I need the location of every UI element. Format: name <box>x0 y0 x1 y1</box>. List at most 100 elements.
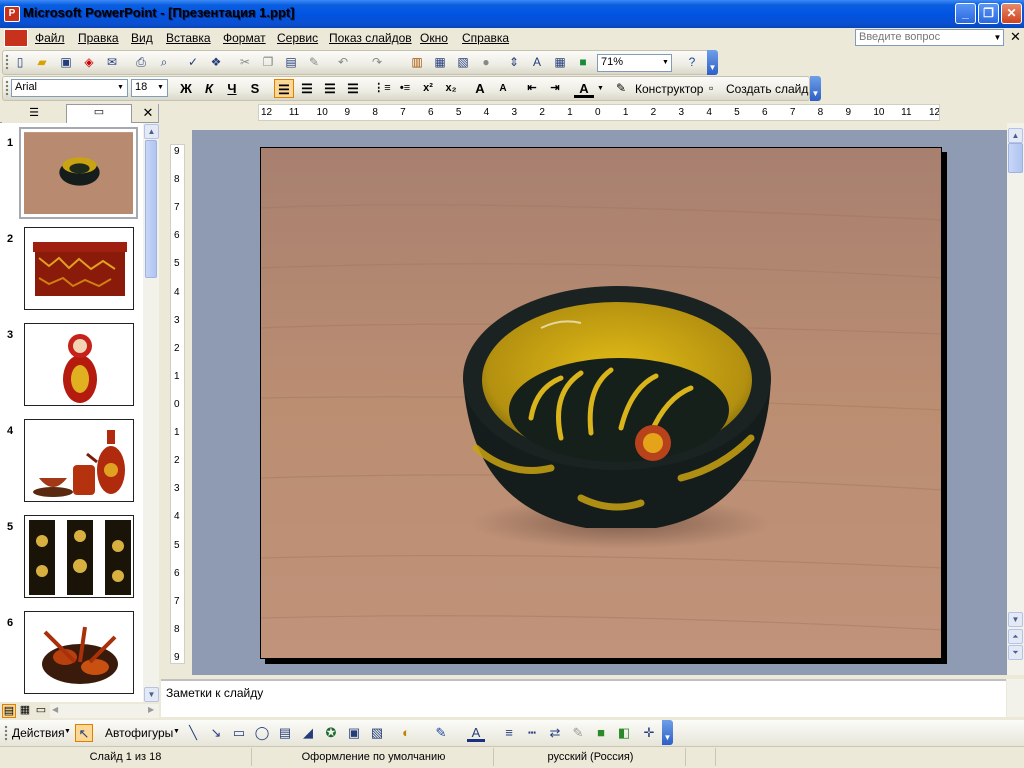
font-color-icon[interactable]: A <box>467 724 485 742</box>
print-preview-icon[interactable]: ⌕ <box>155 53 173 71</box>
decrease-indent-icon[interactable]: ⇤ <box>522 79 542 98</box>
new-slide-button[interactable]: Создать слайд <box>726 82 808 96</box>
shadow-icon[interactable]: ■ <box>592 724 610 742</box>
arrow-icon[interactable]: ↘ <box>207 724 225 742</box>
designer-button[interactable]: Конструктор <box>635 82 703 96</box>
maximize-button[interactable]: ❐ <box>978 3 999 24</box>
font-size-combo[interactable]: 18 ▼ <box>131 79 168 97</box>
help-icon[interactable]: ? <box>683 53 701 71</box>
insert-chart-icon[interactable]: ▥ <box>408 53 426 71</box>
menu-tools[interactable]: Сервис <box>277 31 318 46</box>
minimize-button[interactable]: _ <box>955 3 976 24</box>
superscript-icon[interactable]: x² <box>418 79 438 98</box>
diagram-icon[interactable]: ✪ <box>322 724 340 742</box>
shadow-style-icon[interactable]: ✎ <box>569 724 587 742</box>
powerpoint-icon[interactable]: P <box>4 6 20 22</box>
slide-thumbnail-4[interactable] <box>24 419 134 502</box>
decrease-font-icon[interactable]: A <box>493 79 513 98</box>
save-icon[interactable]: ▣ <box>57 53 75 71</box>
document-icon[interactable] <box>4 29 28 47</box>
scroll-up-icon[interactable]: ▲ <box>1008 128 1023 143</box>
open-folder-icon[interactable]: ▰ <box>33 53 51 71</box>
notes-scrollbar[interactable] <box>1007 679 1024 717</box>
menu-view[interactable]: Вид <box>131 31 153 46</box>
scroll-right-icon[interactable]: ▶ <box>148 705 154 714</box>
close-document-icon[interactable]: ✕ <box>1010 29 1021 45</box>
underline-button[interactable]: Ч <box>222 79 242 98</box>
spelling-icon[interactable]: ✓ <box>184 53 202 71</box>
color-grayscale-icon[interactable]: ■ <box>574 53 592 71</box>
slide-thumbnail-3[interactable] <box>24 323 134 406</box>
dash-style-icon[interactable]: ┅ <box>523 724 541 742</box>
scrollbar-thumb[interactable] <box>145 140 157 278</box>
chevron-down-icon[interactable]: ▼ <box>64 728 71 735</box>
menu-help[interactable]: Справка <box>462 31 509 46</box>
expand-all-icon[interactable]: ⇕ <box>505 53 523 71</box>
numbering-icon[interactable]: ⋮≡ <box>372 79 392 98</box>
slideshow-view-icon[interactable]: ▭ <box>34 704 48 718</box>
redo-icon[interactable]: ↷ <box>368 53 386 71</box>
format-painter-icon[interactable]: ✎ <box>305 53 323 71</box>
slide-scrollbar[interactable] <box>1007 123 1024 675</box>
chevron-down-icon[interactable]: ▼ <box>662 55 671 71</box>
shadow-button[interactable]: S <box>245 79 265 98</box>
help-question-input[interactable]: Введите вопрос <box>855 29 1004 46</box>
chevron-down-icon[interactable]: ▼ <box>992 30 1003 45</box>
slide-thumbnail-2[interactable] <box>24 227 134 310</box>
font-color-icon[interactable]: A <box>574 79 594 98</box>
close-button[interactable]: ✕ <box>1001 3 1022 24</box>
chevron-down-icon[interactable]: ▼ <box>173 728 180 735</box>
insert-table-icon[interactable]: ▦ <box>431 53 449 71</box>
clipart-icon[interactable]: ▣ <box>345 724 363 742</box>
line-icon[interactable]: ╲ <box>184 724 202 742</box>
next-slide-icon[interactable]: ⏷ <box>1008 645 1023 660</box>
slide-thumbnail-1[interactable] <box>19 127 138 219</box>
cut-icon[interactable]: ✂ <box>236 53 254 71</box>
subscript-icon[interactable]: x₂ <box>441 79 461 98</box>
scroll-down-icon[interactable]: ▼ <box>1008 612 1023 627</box>
close-icon[interactable]: ✕ <box>140 104 156 122</box>
menu-edit[interactable]: Правка <box>78 31 119 46</box>
show-formatting-icon[interactable]: A <box>528 53 546 71</box>
align-left-icon[interactable]: ☰ <box>274 79 294 98</box>
slide-thumbnail-5[interactable] <box>24 515 134 598</box>
wordart-icon[interactable]: ◢ <box>299 724 317 742</box>
slide-canvas[interactable] <box>260 147 942 659</box>
menu-slideshow[interactable]: Показ слайдов <box>329 31 412 46</box>
paste-icon[interactable]: ▤ <box>282 53 300 71</box>
line-color-icon[interactable]: ✎ <box>432 724 450 742</box>
chevron-down-icon[interactable]: ▼ <box>115 81 126 95</box>
arrow-style-icon[interactable]: ⇄ <box>546 724 564 742</box>
toolbar-grip[interactable] <box>5 54 9 71</box>
align-right-icon[interactable]: ☰ <box>320 79 340 98</box>
toolbar-grip[interactable] <box>5 80 9 97</box>
permission-icon[interactable]: ◈ <box>80 53 98 71</box>
fill-color-icon[interactable]: ◐ <box>397 724 415 742</box>
status-design[interactable]: Оформление по умолчанию <box>254 748 494 766</box>
select-objects-icon[interactable]: ↖ <box>75 724 93 742</box>
notes-pane[interactable] <box>161 679 1006 717</box>
scrollbar-thumb[interactable] <box>1008 143 1023 173</box>
tables-borders-icon[interactable]: ▧ <box>454 53 472 71</box>
chevron-down-icon[interactable]: ▼ <box>597 85 604 92</box>
autoshapes-menu[interactable]: Автофигуры <box>105 726 173 740</box>
toolbar-grip[interactable] <box>4 725 8 742</box>
justify-icon[interactable]: ☰ <box>343 79 363 98</box>
slide-sorter-view-icon[interactable]: ▦ <box>18 704 32 718</box>
rectangle-icon[interactable]: ▭ <box>230 724 248 742</box>
oval-icon[interactable]: ◯ <box>253 724 271 742</box>
textbox-icon[interactable]: ▤ <box>276 724 294 742</box>
notes-placeholder[interactable]: Заметки к слайду <box>166 686 263 700</box>
new-document-icon[interactable]: ▯ <box>11 53 29 71</box>
increase-font-icon[interactable]: A <box>470 79 490 98</box>
menu-insert[interactable]: Вставка <box>166 31 211 46</box>
increase-indent-icon[interactable]: ⇥ <box>545 79 565 98</box>
grid-guide-icon[interactable]: ✛ <box>640 724 658 742</box>
menu-file[interactable]: Файл <box>35 31 65 46</box>
3d-style-icon[interactable]: ◧ <box>615 724 633 742</box>
slide-thumbnail-6[interactable] <box>24 611 134 694</box>
zoom-combo[interactable]: 71% <box>597 54 672 72</box>
tab-slides[interactable]: ▭ <box>66 104 132 123</box>
tab-outline[interactable]: ☰ <box>2 106 66 123</box>
menu-window[interactable]: Окно <box>420 31 448 46</box>
